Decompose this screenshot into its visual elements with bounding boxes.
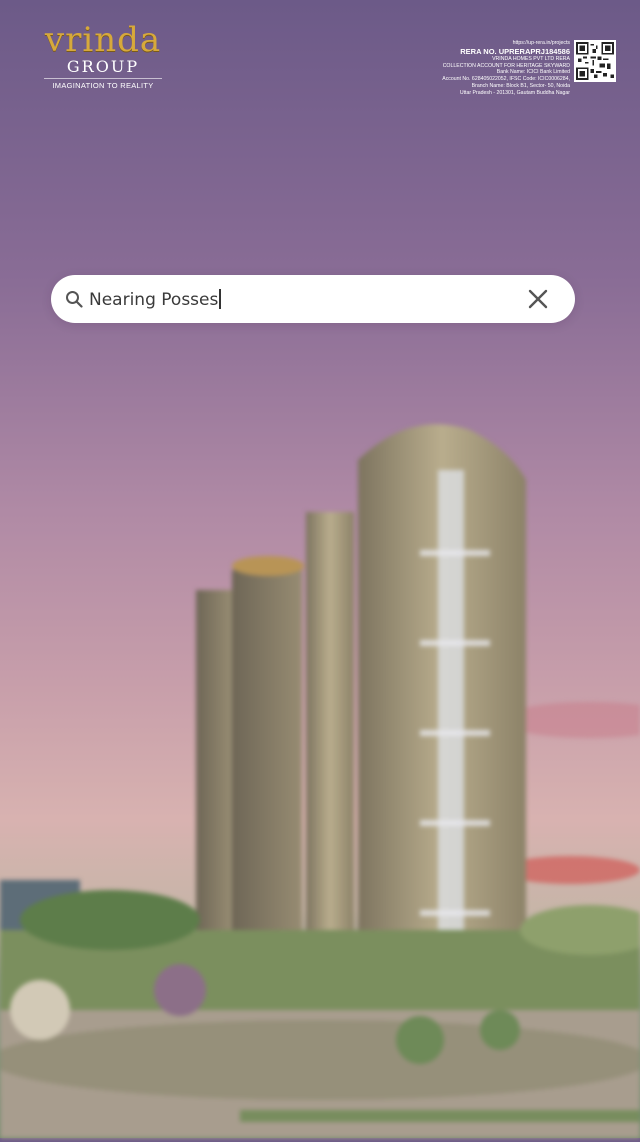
brand-logo: vrinda GROUP IMAGINATION TO REALITY	[28, 22, 178, 90]
brand-name: vrinda	[44, 20, 162, 60]
tower-illustration	[0, 424, 640, 1138]
brand-group: GROUP	[66, 57, 140, 76]
rera-line: Account No. 628405022052, IFSC Code: ICI…	[442, 76, 570, 83]
rera-line: Branch Name: Block B1, Sector- 50, Noida	[471, 82, 570, 89]
qr-code	[574, 40, 616, 82]
search-input-value: Nearing Posses	[89, 289, 219, 310]
background-scene	[0, 0, 640, 1138]
rera-line: Uttar Pradesh - 201301, Gautam Buddha Na…	[459, 89, 570, 96]
brand-tagline: IMAGINATION TO REALITY	[44, 78, 162, 90]
rera-info: https://up-rera.in/projects RERA NO. UPR…	[350, 40, 570, 97]
rera-line: COLLECTION ACCOUNT FOR HERITAGE SKYWARD	[442, 62, 570, 69]
rera-number: RERA NO. UPRERAPRJ184586	[460, 46, 570, 56]
close-icon[interactable]	[523, 284, 553, 314]
text-cursor	[219, 288, 221, 309]
search-icon	[63, 288, 85, 310]
rera-line: Bank Name: ICICI Bank Limited	[496, 69, 570, 76]
search-bar[interactable]: Nearing Posses	[51, 275, 575, 323]
rera-line: VRINDA HOMES PVT LTD RERA	[492, 55, 570, 62]
search-input[interactable]: Nearing Posses	[89, 288, 523, 310]
rera-url: https://up-rera.in/projects	[512, 40, 570, 46]
